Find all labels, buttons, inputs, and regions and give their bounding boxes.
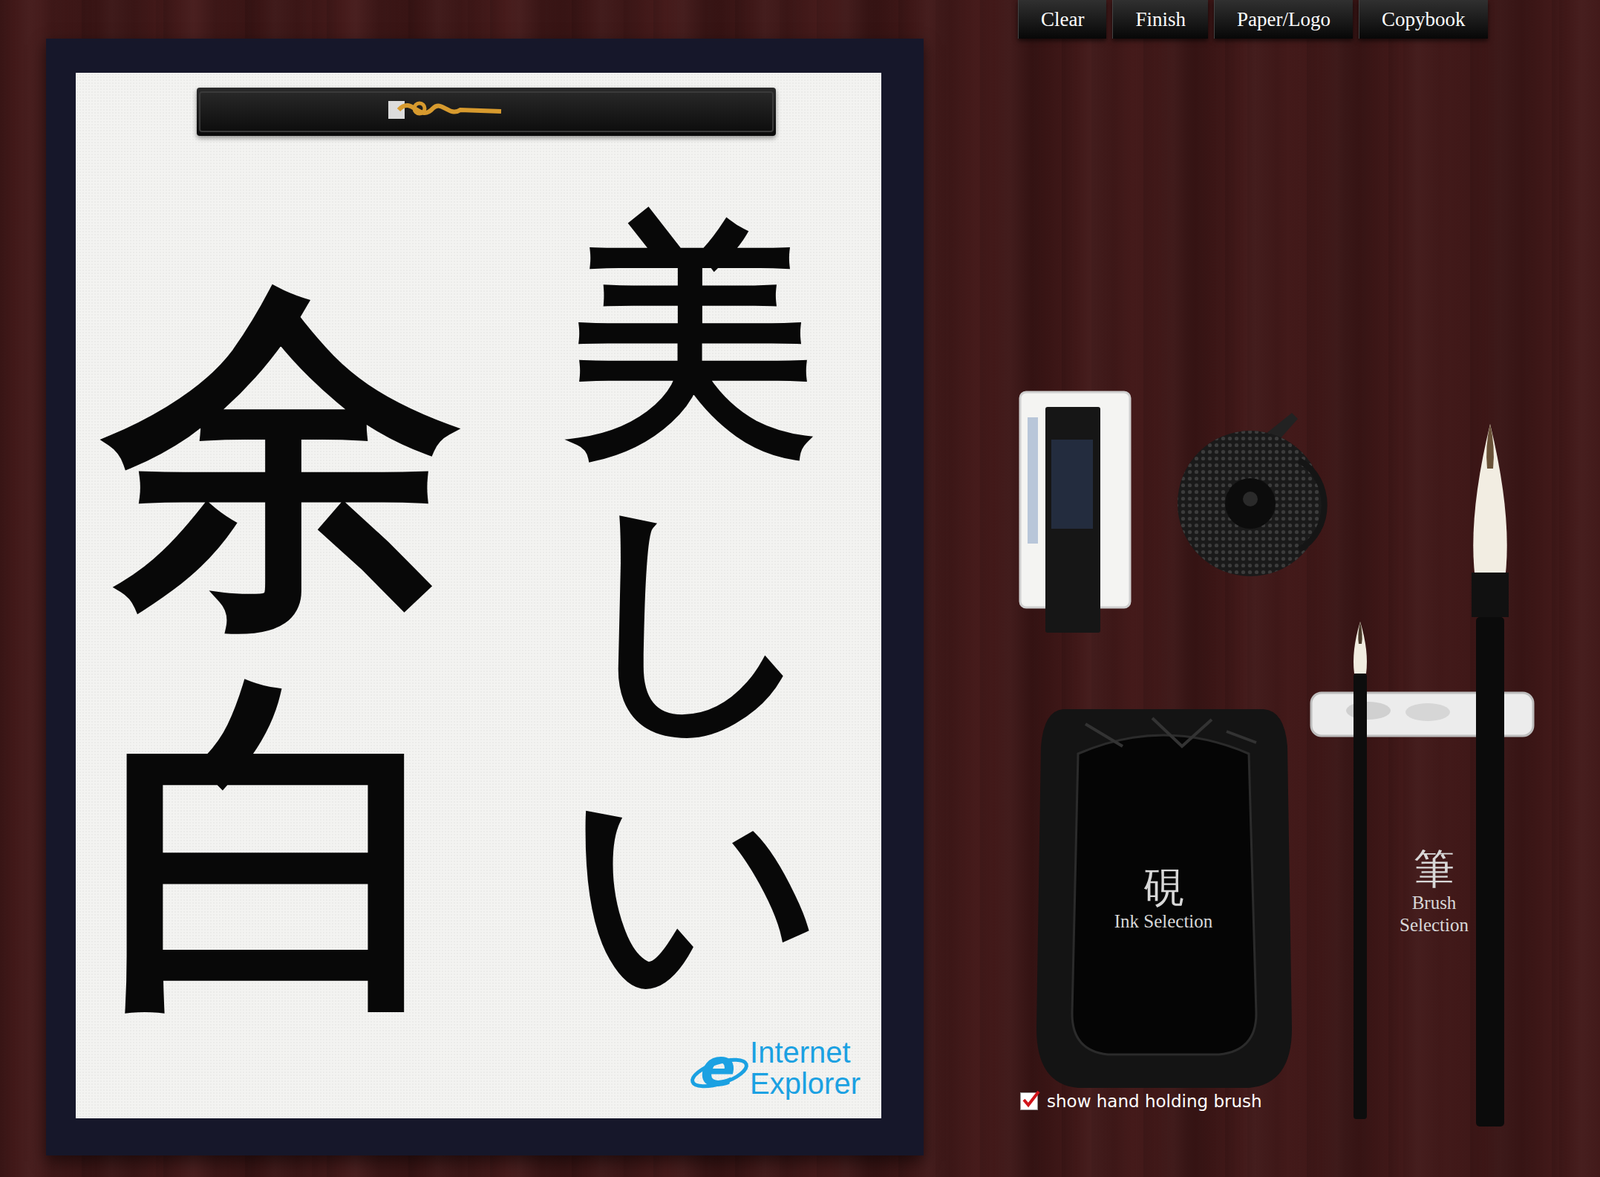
brush-glyph: 筆: [1376, 846, 1492, 892]
ink-selection[interactable]: 硯Ink Selection: [1033, 701, 1294, 1092]
toolbar-button[interactable]: Finish: [1112, 0, 1208, 39]
ink-label: Ink Selection: [1033, 910, 1294, 933]
toolbar: ClearFinishPaper/LogoCopybook: [923, 0, 1600, 39]
option-checkbox[interactable]: [1020, 1092, 1038, 1110]
paper-area: 美しい余白eInternetExplorer: [0, 0, 924, 1177]
calligraphy-column: 余白: [105, 258, 462, 1043]
toolbar-button[interactable]: Paper/Logo: [1213, 0, 1353, 39]
toolbar-button[interactable]: Clear: [1017, 0, 1107, 39]
option-row[interactable]: show hand holding brush: [1020, 1091, 1263, 1111]
desk: 硯Ink Selection 筆Brush Selection show hand …: [923, 38, 1600, 1177]
paper[interactable]: 美しい余白eInternetExplorer: [75, 72, 882, 1119]
brush-label: Brush Selection: [1376, 891, 1492, 937]
small-brush-icon: [1346, 621, 1374, 1119]
desk-area: ClearFinishPaper/LogoCopybook硯Ink Select…: [923, 0, 1600, 1177]
ie-logo: eInternetExplorer: [693, 1036, 861, 1099]
brush-selection[interactable]: 筆Brush Selection: [1376, 846, 1492, 937]
ie-logo-line: Internet: [749, 1036, 861, 1068]
ink-glyph: 硯: [1033, 864, 1294, 911]
paper-frame: 美しい余白eInternetExplorer: [46, 38, 924, 1156]
ink-selection-label: 硯Ink Selection: [1033, 864, 1294, 933]
water-pot-icon: [1173, 408, 1330, 584]
large-brush-icon: [1465, 423, 1515, 1127]
ie-logo-icon: e: [693, 1043, 743, 1093]
ie-logo-line: Explorer: [749, 1067, 861, 1099]
ie-logo-letter: e: [700, 1041, 736, 1094]
calligraphy-column: 美しい: [567, 200, 817, 1022]
ie-logo-text: InternetExplorer: [749, 1036, 861, 1099]
paperweight[interactable]: [196, 87, 776, 136]
option-label: show hand holding brush: [1046, 1091, 1263, 1111]
options: show hand holding brush: [1020, 1091, 1263, 1111]
ink-stick-icon: [1017, 387, 1133, 635]
toolbar-button[interactable]: Copybook: [1358, 0, 1488, 39]
